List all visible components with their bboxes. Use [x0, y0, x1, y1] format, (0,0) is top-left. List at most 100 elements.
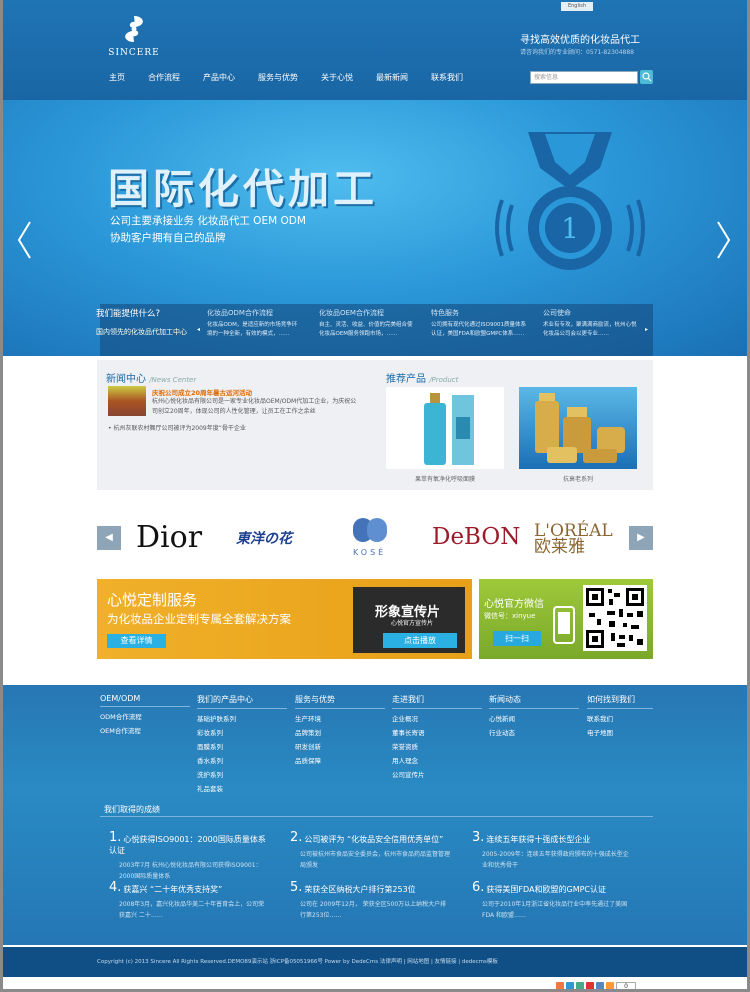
- kose-label: KOSÉ: [353, 548, 387, 557]
- brands-prev-button[interactable]: ◀: [97, 526, 121, 550]
- share-tqq-icon[interactable]: [596, 982, 604, 990]
- header-phone: 请咨询我们的专业顾问：0571-82304888: [520, 49, 634, 56]
- brand-logo-kose[interactable]: KOSÉ: [345, 516, 405, 557]
- info-question: 我们能提供什么?: [96, 309, 161, 319]
- wechat-banner[interactable]: 心悦官方微信 微信号：xinyue 扫一扫: [479, 579, 653, 659]
- nav-news[interactable]: 最新新闻: [376, 72, 408, 83]
- view-details-button[interactable]: 查看详情: [107, 634, 166, 648]
- product-caption[interactable]: 抗衰老系列: [519, 474, 637, 483]
- share-qzone-icon[interactable]: [566, 982, 574, 990]
- footer-link[interactable]: 彩妆系列: [197, 726, 287, 740]
- brand-logo-toyo[interactable]: 東洋の花: [236, 528, 292, 568]
- footer-col-title[interactable]: 走进我们: [392, 694, 482, 709]
- info-col-title: 特色服务: [431, 309, 459, 317]
- share-weibo-icon[interactable]: [556, 982, 564, 990]
- banner-subtitle: 公司主要承接业务 化妆品代工 OEM ODM 协助客户拥有自己的品牌: [110, 213, 306, 247]
- achievement-title[interactable]: 连续五年获得十强成长型企业: [472, 830, 632, 845]
- nav-about[interactable]: 关于心悦: [321, 72, 353, 83]
- news-thumbnail[interactable]: [108, 386, 146, 416]
- footer-link[interactable]: 行业动态: [489, 726, 579, 740]
- scan-button[interactable]: 扫一扫: [493, 631, 541, 646]
- achievement-title[interactable]: 荣获全区纳税大户排行第253位: [290, 880, 450, 895]
- footer-link[interactable]: 荣誉资质: [392, 740, 482, 754]
- share-toolbar: 0: [556, 982, 638, 990]
- brand-logo-debon[interactable]: DeBON: [432, 524, 520, 564]
- achievement-desc: 公司被杭州市食品安全委员会，杭州市食品药品监督管理局颁发: [300, 851, 451, 869]
- footer-link[interactable]: 企业概况: [392, 712, 482, 726]
- achievement-number: 1.: [109, 830, 122, 845]
- footer-link[interactable]: 联系我们: [587, 712, 653, 726]
- nav-products[interactable]: 产品中心: [203, 72, 235, 83]
- footer-link[interactable]: 心悦新闻: [489, 712, 579, 726]
- nav-contact[interactable]: 联系我们: [431, 72, 463, 83]
- banner-prev-arrow-icon[interactable]: [16, 220, 32, 260]
- custom-service-subtitle: 为化妆品企业定制专属全套解决方案: [107, 612, 291, 626]
- info-col-mission[interactable]: 公司使命 术业有专攻，聚满满商励流，杭州心悦化妆品公司会以更专业……: [543, 308, 638, 339]
- product-title: 推荐产品: [386, 374, 426, 385]
- chevron-right-icon: ▶: [637, 532, 645, 543]
- search-input[interactable]: 搜索信息: [530, 71, 638, 84]
- news-list-item[interactable]: • 杭州灰联农村舞厅公司被评为2009年度“骨干企业: [108, 423, 246, 432]
- achievement-title[interactable]: 获得美国FDA和欧盟的GMPC认证: [472, 880, 632, 895]
- info-col-odm[interactable]: 化妆品ODM合作流程 化妆品ODM，是适应新的市场竞争环境的一种全新，有效的模式…: [207, 308, 302, 339]
- nav-process[interactable]: 合作流程: [148, 72, 180, 83]
- phone-icon: [553, 606, 575, 644]
- achievement-number: 3.: [472, 830, 485, 845]
- product-image-antiaging[interactable]: [519, 387, 637, 469]
- footer-link[interactable]: 品牌策划: [295, 726, 385, 740]
- achievement-number: 5.: [290, 880, 303, 895]
- footer-link[interactable]: 董事长寄语: [392, 726, 482, 740]
- footer-link[interactable]: 用人理念: [392, 754, 482, 768]
- brand-logo-dior[interactable]: Dior: [136, 520, 202, 560]
- info-col-features[interactable]: 特色服务 公司拥有现代化通过ISO9001质量体系认证，美国FDA和欧盟GMPC…: [431, 308, 526, 339]
- footer-link[interactable]: 生产环境: [295, 712, 385, 726]
- footer-link[interactable]: 香水系列: [197, 754, 287, 768]
- news-headline[interactable]: 庆祝公司成立20周年暑古运河活动: [152, 387, 252, 397]
- info-col-title: 公司使命: [543, 309, 571, 317]
- english-link[interactable]: English: [561, 2, 593, 11]
- share-renren-icon[interactable]: [586, 982, 594, 990]
- brands-next-button[interactable]: ▶: [629, 526, 653, 550]
- footer-col-title[interactable]: 我们的产品中心: [197, 694, 287, 709]
- achievement-title[interactable]: 心悦获得ISO9001：2000国际质量体系认证: [109, 830, 269, 856]
- banner-next-arrow-icon[interactable]: [716, 220, 732, 260]
- info-col-oem[interactable]: 化妆品OEM合作流程 自主、灵活、收益、价值的完美组合使化妆品OEM服务领跑市场…: [319, 308, 414, 339]
- share-wechat-icon[interactable]: [576, 982, 584, 990]
- footer-link[interactable]: 面膜系列: [197, 740, 287, 754]
- achievement-desc: 2008年3月，嘉兴化妆品华美二十年普育会上，公司荣获嘉兴 二十……: [119, 901, 265, 919]
- achievement-title[interactable]: 公司被评为 “化妆品安全信用优秀单位”: [290, 830, 450, 845]
- footer-link[interactable]: 洗护系列: [197, 768, 287, 782]
- info-next-icon[interactable]: ▸: [645, 326, 648, 333]
- product-caption[interactable]: 果萃有氧净化呼吸面膜: [386, 474, 504, 483]
- footer-col-title[interactable]: OEM/ODM: [100, 694, 190, 707]
- footer-link[interactable]: ODM合作流程: [100, 710, 190, 724]
- search-button[interactable]: [640, 70, 653, 84]
- footer-col-title[interactable]: 如何找到我们: [587, 694, 653, 709]
- footer-col-title[interactable]: 新闻动态: [489, 694, 579, 709]
- custom-service-banner[interactable]: 心悦定制服务 为化妆品企业定制专属全套解决方案 查看详情 形象宣传片 心悦官方宣…: [97, 579, 472, 659]
- promo-video-panel[interactable]: 形象宣传片 心悦官方宣传片 点击播放: [353, 587, 465, 653]
- nav-home[interactable]: 主页: [109, 72, 125, 83]
- footer-link[interactable]: 研发创新: [295, 740, 385, 754]
- footer-link[interactable]: 礼品套装: [197, 782, 287, 796]
- info-prev-icon[interactable]: ◂: [197, 326, 200, 333]
- header-slogan: 寻找高效优质的化妆品代工: [520, 35, 640, 46]
- info-col-desc: 自主、灵活、收益、价值的完美组合使化妆品OEM服务领跑市场，……: [319, 322, 413, 337]
- footer-link[interactable]: 基础护肤系列: [197, 712, 287, 726]
- play-video-button[interactable]: 点击播放: [383, 633, 457, 648]
- achievement-title[interactable]: 获嘉兴 “二十年优秀支持奖”: [109, 880, 269, 895]
- logo[interactable]: SINCERE: [104, 14, 164, 62]
- footer-link[interactable]: 品质保障: [295, 754, 385, 768]
- wechat-id: 微信号：xinyue: [484, 612, 536, 620]
- nav-services[interactable]: 服务与优势: [258, 72, 298, 83]
- banner-title: 国际化代加工: [108, 165, 378, 213]
- footer-col-title[interactable]: 服务与优势: [295, 694, 385, 709]
- share-more-icon[interactable]: [606, 982, 614, 990]
- footer-link[interactable]: OEM合作流程: [100, 724, 190, 738]
- achievement-desc: 2005-2009年：连续五年获得政府颁布的十强成长型企业和优秀骨干: [482, 851, 629, 869]
- footer-link[interactable]: 公司宣传片: [392, 768, 482, 782]
- footer-link[interactable]: 电子地图: [587, 726, 653, 740]
- brand-logo-loreal[interactable]: L'ORÉAL 欧莱雅: [534, 523, 618, 563]
- site-header: SINCERE English 寻找高效优质的化妆品代工 请咨询我们的专业顾问：…: [0, 0, 750, 100]
- product-image-mask[interactable]: [386, 387, 504, 469]
